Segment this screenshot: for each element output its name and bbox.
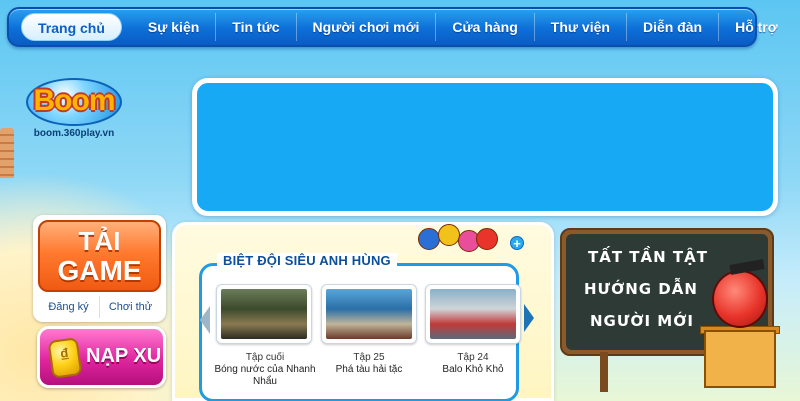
mascot-blue	[418, 228, 440, 250]
video-2-episode: Tập 25	[353, 352, 385, 363]
download-line2: GAME	[57, 255, 142, 286]
download-box: TẢI GAME Đăng ký Chơi thử	[33, 215, 166, 322]
account-links: Đăng ký Chơi thử	[38, 296, 161, 318]
nav-home[interactable]: Trang chủ	[21, 13, 122, 41]
prev-arrow-icon[interactable]	[200, 306, 210, 334]
main-navbar: Trang chủ Sự kiện Tin tức Người chơi mới…	[7, 7, 778, 47]
play-trial-link[interactable]: Chơi thử	[100, 296, 161, 318]
nav-library[interactable]: Thư viện	[535, 13, 627, 41]
video-thumb-3-image	[430, 289, 516, 339]
register-link[interactable]: Đăng ký	[38, 296, 100, 318]
video-3-episode: Tập 24	[457, 352, 489, 363]
coin-icon	[47, 337, 83, 379]
video-caption-2[interactable]: Tập 25 Phá tàu hải tặc	[314, 352, 424, 376]
guide-line-1: TẤT TẦN TẬT	[588, 248, 708, 266]
video-3-title: Balo Khỏ Khỏ	[442, 364, 504, 375]
next-arrow-icon[interactable]	[524, 304, 534, 332]
video-section-title: BIỆT ĐỘI SIÊU ANH HÙNG	[217, 253, 397, 268]
main-banner[interactable]	[192, 78, 778, 216]
nav-new-players[interactable]: Người chơi mới	[297, 13, 437, 41]
video-2-title: Phá tàu hải tặc	[335, 364, 403, 375]
video-thumb-1-image	[221, 289, 307, 339]
mascot-red-small	[476, 228, 498, 250]
nav-support[interactable]: Hỗ trợ	[719, 13, 794, 41]
topup-button[interactable]: NẠP XU	[37, 326, 166, 388]
download-game-button[interactable]: TẢI GAME	[38, 220, 161, 292]
video-thumb-1[interactable]	[216, 284, 312, 344]
desk	[704, 330, 776, 388]
video-caption-3[interactable]: Tập 24 Balo Khỏ Khỏ	[418, 352, 528, 376]
video-1-title: Bóng nước của Nhanh Nhẩu	[214, 364, 316, 387]
logo-text: Boom	[33, 84, 116, 117]
mascot-group	[418, 224, 500, 262]
mascot-yellow	[438, 224, 460, 246]
castle-decoration	[0, 128, 14, 178]
nav-shop[interactable]: Cửa hàng	[436, 13, 535, 41]
more-videos-plus-icon[interactable]: +	[510, 236, 524, 250]
nav-events[interactable]: Sự kiện	[132, 13, 217, 41]
video-caption-1[interactable]: Tập cuối Bóng nước của Nhanh Nhẩu	[210, 352, 320, 388]
nav-forum[interactable]: Diễn đàn	[627, 13, 720, 41]
topup-label: NẠP XU	[86, 345, 162, 367]
board-stand-left	[600, 352, 608, 392]
video-thumb-2[interactable]	[321, 284, 417, 344]
video-thumb-3[interactable]	[425, 284, 521, 344]
video-1-episode: Tập cuối	[245, 352, 285, 363]
nav-news[interactable]: Tin tức	[216, 13, 297, 41]
teacher-mascot	[712, 270, 768, 328]
video-thumb-2-image	[326, 289, 412, 339]
logo-url: boom.360play.vn	[33, 128, 115, 139]
download-line1: TẢI	[78, 226, 121, 256]
site-logo[interactable]: Boom boom.360play.vn	[26, 78, 122, 142]
